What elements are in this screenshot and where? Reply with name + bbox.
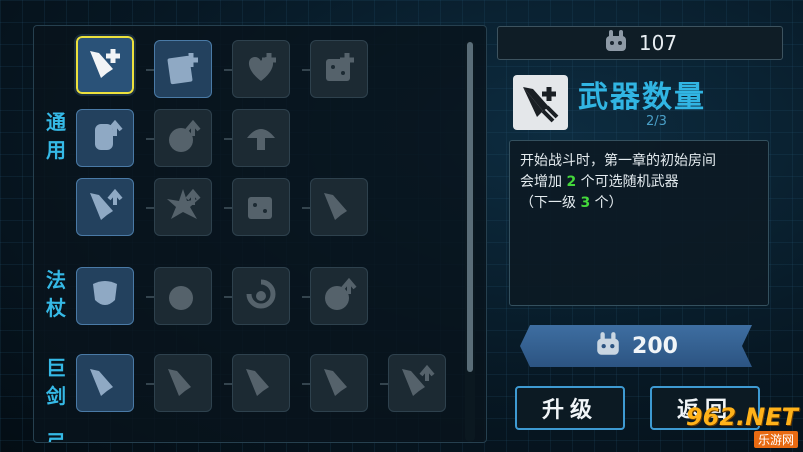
skill-slot[interactable] bbox=[232, 267, 290, 325]
staff-shield-icon bbox=[85, 274, 125, 318]
detail-level: 2/3 bbox=[646, 114, 667, 129]
skill-slot[interactable] bbox=[76, 267, 134, 325]
upgrade-cost: 200 bbox=[520, 325, 752, 367]
skill-slot[interactable] bbox=[76, 178, 134, 236]
skill-slot[interactable] bbox=[232, 178, 290, 236]
greatsword-icon bbox=[85, 361, 125, 405]
scroll-upgrade-icon bbox=[85, 116, 125, 160]
skill-slot[interactable] bbox=[310, 267, 368, 325]
skill-slot[interactable] bbox=[76, 354, 134, 412]
weapon-upgrade-icon bbox=[85, 185, 125, 229]
skill-slot[interactable] bbox=[154, 40, 212, 98]
description-box: 开始战斗时，第一章的初始房间 会增加 2 个可选随机武器 （下一级 3 个） bbox=[509, 140, 769, 306]
next-weapon-count: 3 bbox=[580, 195, 591, 211]
watermark-main: 962.NET bbox=[685, 402, 798, 431]
skill-slot[interactable] bbox=[154, 178, 212, 236]
skill-slot[interactable] bbox=[76, 109, 134, 167]
category-label-greatsword: 巨剑 bbox=[46, 356, 66, 408]
watermark-sub: 乐游网 bbox=[753, 430, 798, 448]
category-label-general: 通用 bbox=[46, 110, 66, 162]
skill-slot[interactable] bbox=[154, 267, 212, 325]
description-line: 开始战斗时，第一章的初始房间 bbox=[520, 153, 716, 169]
skill-slot[interactable] bbox=[310, 40, 368, 98]
upgrade-button[interactable]: 升级 bbox=[515, 386, 625, 430]
skill-slot[interactable] bbox=[232, 109, 290, 167]
dice-icon bbox=[241, 185, 281, 229]
detail-title: 武器数量 bbox=[578, 80, 706, 115]
bunny-token-icon bbox=[594, 330, 622, 362]
skill-tree-panel[interactable]: 通用 法杖 巨剑 弓 bbox=[33, 25, 487, 443]
weapon-plus-icon bbox=[85, 43, 125, 87]
sword-upgrade-icon bbox=[397, 361, 437, 405]
skill-slot[interactable] bbox=[310, 178, 368, 236]
weapon-plus-icon bbox=[513, 75, 568, 130]
skill-slot[interactable] bbox=[232, 354, 290, 412]
scroll-thumb[interactable] bbox=[467, 42, 473, 372]
heart-plus-icon bbox=[241, 47, 281, 91]
sword-spin-icon bbox=[319, 361, 359, 405]
current-weapon-count: 2 bbox=[566, 174, 577, 190]
skill-tree-scrollbar[interactable] bbox=[465, 40, 475, 442]
chest-plus-icon bbox=[319, 47, 359, 91]
skill-slot[interactable] bbox=[154, 109, 212, 167]
category-label-staff: 法杖 bbox=[46, 268, 66, 320]
card-plus-icon bbox=[163, 47, 203, 91]
skill-slot[interactable] bbox=[232, 40, 290, 98]
cost-amount: 200 bbox=[632, 333, 678, 359]
skill-slot[interactable] bbox=[154, 354, 212, 412]
skill-slot[interactable] bbox=[388, 354, 446, 412]
description-line: （下一级 3 个） bbox=[520, 193, 758, 214]
description-line: 会增加 2 个可选随机武器 bbox=[520, 172, 758, 193]
currency-amount: 107 bbox=[638, 31, 678, 55]
sword-slash-icon bbox=[163, 361, 203, 405]
sword-crescent-icon bbox=[241, 361, 281, 405]
description-text: 个可选随机武器 bbox=[576, 174, 679, 190]
skill-slot[interactable] bbox=[310, 354, 368, 412]
flame-sword-icon bbox=[319, 185, 359, 229]
currency-display: 107 bbox=[497, 26, 783, 60]
mushroom-icon bbox=[241, 116, 281, 160]
orb-upgrade-icon bbox=[319, 274, 359, 318]
orb-icon bbox=[163, 274, 203, 318]
bunny-token-icon bbox=[603, 28, 629, 58]
bomb-upgrade-icon bbox=[163, 116, 203, 160]
description-text: 个） bbox=[590, 195, 623, 211]
description-text: 会增加 bbox=[520, 174, 567, 190]
burst-upgrade-icon bbox=[163, 185, 203, 229]
description-text: （下一级 bbox=[520, 195, 581, 211]
watermark-logo: 962.NET 乐游网 bbox=[668, 402, 798, 448]
skill-slot[interactable] bbox=[74, 34, 136, 96]
swirl-icon bbox=[241, 274, 281, 318]
category-label-bow: 弓 bbox=[46, 430, 66, 443]
